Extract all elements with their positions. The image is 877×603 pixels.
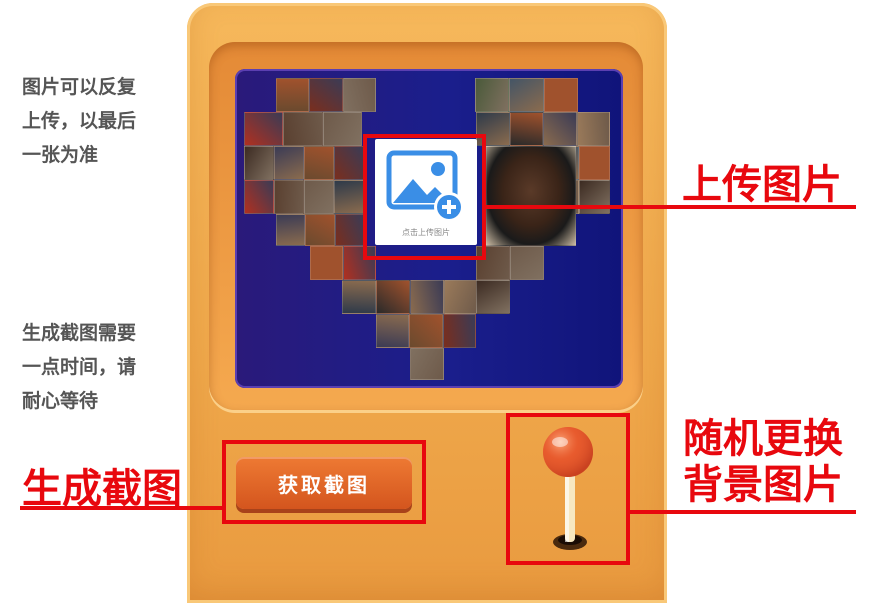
- mosaic-photo-tile: [509, 112, 543, 146]
- tip-line: 生成截图需要: [22, 322, 137, 344]
- mosaic-photo-tile: [334, 214, 364, 246]
- mosaic-photo-tile: [334, 180, 364, 214]
- mosaic-photo-tile: [310, 246, 343, 280]
- callout-line: 背景图片: [683, 462, 843, 508]
- joystick-highlight-box: [506, 413, 630, 565]
- mosaic-photo-tile: [322, 112, 362, 146]
- mosaic-photo-tile: [376, 314, 410, 348]
- mosaic-photo-tile: [309, 78, 343, 112]
- joystick-callout-label: 随机更换 背景图片: [683, 416, 843, 508]
- mosaic-photo-tile: [476, 280, 510, 314]
- tip-line: 图片可以反复: [22, 76, 137, 98]
- mosaic-photo-tile: [579, 146, 610, 180]
- mosaic-photo-tile: [576, 112, 610, 146]
- mosaic-photo-tile: [442, 314, 476, 348]
- mosaic-photo-tile: [276, 78, 310, 112]
- mosaic-photo-tile: [274, 180, 304, 214]
- capture-highlight-box: [222, 440, 426, 524]
- upload-callout-label: 上传图片: [682, 162, 842, 208]
- mosaic-photo-tile: [543, 112, 577, 146]
- mosaic-photo-tile: [543, 78, 578, 112]
- mosaic-photo-tile: [305, 214, 335, 246]
- mosaic-photo-tile: [410, 348, 444, 380]
- mosaic-photo-tile: [304, 146, 334, 180]
- upload-highlight-box: [363, 134, 486, 260]
- mosaic-photo-tile: [510, 246, 544, 280]
- mosaic-photo-tile: [334, 146, 364, 180]
- mosaic-photo-tile: [244, 112, 284, 146]
- mosaic-photo-tile: [475, 78, 510, 112]
- mosaic-photo-tile: [509, 78, 544, 112]
- mosaic-feature-photo: [486, 146, 576, 246]
- mosaic-photo-tile: [342, 78, 376, 112]
- mosaic-photo-tile: [410, 280, 444, 314]
- mosaic-photo-tile: [409, 314, 443, 348]
- mosaic-photo-tile: [444, 280, 478, 314]
- tip-line: 一张为准: [22, 144, 99, 166]
- mosaic-photo-tile: [244, 146, 274, 180]
- mosaic-photo-tile: [304, 180, 334, 214]
- tip-line: 耐心等待: [22, 390, 99, 412]
- tip-line: 上传，以最后: [22, 110, 137, 132]
- joystick-callout-line: [630, 510, 856, 514]
- mosaic-photo-tile: [274, 146, 304, 180]
- mosaic-photo-tile: [342, 280, 376, 314]
- upload-tip-text: 图片可以反复 上传，以最后 一张为准: [22, 70, 136, 172]
- mosaic-photo-tile: [283, 112, 323, 146]
- callout-line: 随机更换: [683, 416, 843, 462]
- mosaic-photo-tile: [376, 280, 410, 314]
- mosaic-photo-tile: [276, 214, 306, 246]
- capture-tip-text: 生成截图需要 一点时间，请 耐心等待: [22, 316, 136, 418]
- capture-callout-label: 生成截图: [22, 466, 182, 512]
- mosaic-photo-tile: [244, 180, 274, 214]
- tip-line: 一点时间，请: [22, 356, 137, 378]
